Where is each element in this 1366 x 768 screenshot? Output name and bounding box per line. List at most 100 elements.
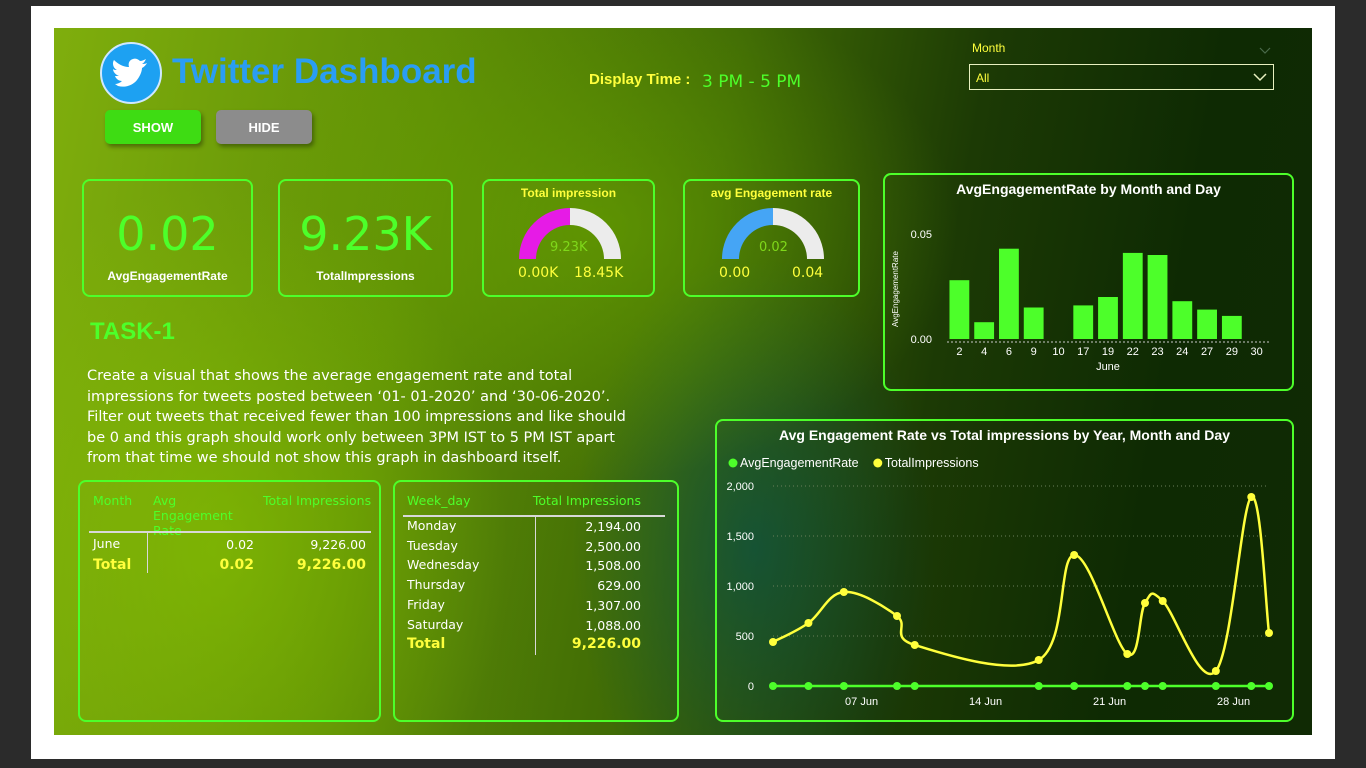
x-tick-label: 28 Jun (1217, 696, 1250, 708)
data-point-engagement (804, 681, 813, 690)
gauge-max: 0.04 (792, 265, 824, 281)
kpi-card-impressions: 9.23K TotalImpressions (278, 179, 453, 297)
bar (1098, 297, 1118, 339)
x-axis-label: June (1096, 361, 1120, 373)
x-tick-label: 9 (1031, 346, 1037, 358)
cell-weekday: Monday (407, 518, 457, 533)
cell-impressions: 1,508.00 (585, 558, 641, 574)
data-point-impressions (1070, 551, 1079, 559)
bar (1122, 252, 1143, 339)
total-avg: 0.02 (219, 557, 254, 573)
bar (949, 280, 970, 339)
data-point-impressions (839, 588, 848, 596)
cell-impressions: 629.00 (597, 578, 641, 594)
header-divider (403, 515, 665, 517)
data-point-engagement (839, 681, 848, 690)
bar (1221, 315, 1242, 339)
data-point-impressions (893, 612, 901, 620)
kpi-card-engagement: 0.02 AvgEngagementRate (82, 179, 253, 297)
total-label: Total (93, 557, 132, 573)
x-tick-label: 19 (1102, 346, 1114, 358)
data-point-impressions (1247, 493, 1256, 501)
col-header-total-impressions: Total Impressions (532, 493, 641, 508)
kpi-value: 9.23K (299, 207, 432, 261)
kpi-label: AvgEngagementRate (107, 269, 228, 283)
legend-label: TotalImpressions (885, 456, 979, 470)
data-point-engagement (893, 681, 901, 690)
data-point-engagement (1247, 681, 1256, 690)
data-point-engagement (769, 681, 777, 690)
month-filter-value: All (976, 71, 990, 85)
data-point-impressions (910, 641, 919, 649)
bar (1073, 305, 1094, 339)
chevron-down-icon[interactable] (1259, 40, 1271, 59)
x-tick-label: 27 (1201, 346, 1213, 358)
show-button[interactable]: SHOW (105, 110, 201, 144)
cell-impressions: 9,226.00 (310, 537, 366, 552)
month-filter-dropdown[interactable]: All (969, 64, 1274, 90)
gauge-min: 0.00 (719, 265, 751, 281)
cell-weekday: Wednesday (407, 557, 480, 573)
series-line-impressions (772, 495, 1271, 676)
y-tick-label: 0.05 (911, 229, 932, 241)
line-chart-card: Avg Engagement Rate vs Total impressions… (715, 419, 1294, 722)
y-tick-label: 0.00 (911, 334, 932, 346)
y-tick-label: 1,000 (726, 581, 754, 593)
data-point-impressions (804, 619, 813, 627)
gauge-engagement (722, 208, 824, 259)
engagement-vs-impressions-line-chart: AvgEngagementRate TotalImpressions 0 500 1,0… (726, 456, 1273, 708)
twitter-logo-icon (100, 42, 162, 104)
x-tick-label: 30 (1250, 346, 1262, 358)
x-tick-label: 24 (1176, 346, 1188, 358)
x-tick-label: 23 (1151, 346, 1163, 358)
header-divider (89, 531, 371, 533)
display-time-value: 3 PM - 5 PM (702, 72, 802, 92)
y-tick-label: 500 (736, 631, 754, 643)
y-axis-label: AvgEngagementRate (891, 250, 900, 326)
data-point-impressions (1265, 629, 1273, 637)
total-impressions: 9,226.00 (571, 636, 641, 652)
cell-avg: 0.02 (226, 537, 254, 552)
data-point-impressions (1123, 650, 1132, 658)
gauge-card-impressions: Total impression 0.00K 18.45K 9.23K (482, 179, 655, 297)
dashboard-title: Twitter Dashboard (172, 52, 477, 91)
data-point-engagement (1265, 682, 1273, 690)
col-header-month: Month (93, 493, 133, 508)
cell-impressions: 2,500.00 (585, 538, 641, 554)
legend-label: AvgEngagementRate (740, 456, 859, 470)
bar (999, 248, 1019, 339)
kpi-value: 0.02 (116, 207, 219, 261)
data-point-impressions (1158, 597, 1167, 605)
gauge-card-engagement: avg Engagement rate 0.00 0.04 0.02 (683, 179, 860, 297)
task-description: Create a visual that shows the average e… (87, 368, 626, 466)
column-divider (535, 517, 536, 655)
hide-button[interactable]: HIDE (216, 110, 312, 144)
engagement-bar-chart: AvgEngagementRate0.050.002 4 6 9 10 17 19 22 23 2… (891, 229, 1269, 373)
data-point-engagement (1211, 681, 1220, 690)
y-tick-label: 0 (748, 681, 754, 693)
x-tick-label: 10 (1052, 346, 1064, 358)
bar (1023, 307, 1044, 339)
x-tick-label: 6 (1006, 346, 1012, 358)
data-point-engagement (1034, 681, 1043, 690)
x-tick-label: 4 (981, 346, 987, 358)
gauge-impressions (519, 208, 621, 259)
column-divider (147, 533, 148, 573)
cell-weekday: Saturday (407, 616, 464, 632)
data-point-impressions (769, 638, 777, 646)
data-point-engagement (1158, 681, 1167, 690)
cell-impressions: 1,307.00 (585, 597, 641, 613)
data-point-engagement (1070, 681, 1079, 690)
task-heading: TASK-1 (90, 318, 175, 345)
cell-month: June (93, 536, 121, 551)
x-tick-label: 2 (956, 346, 962, 358)
x-tick-label: 07 Jun (845, 696, 878, 708)
y-tick-label: 1,500 (726, 531, 754, 543)
col-header-total-impressions: Total Impressions (263, 493, 372, 508)
gauge-value: 9.23K (550, 240, 588, 255)
dashboard-canvas: Twitter Dashboard SHOW HIDE Display Time… (54, 28, 1312, 735)
data-point-engagement (1123, 681, 1132, 690)
weekday-table: Week_day Total Impressions Monday 2,194.0… (393, 480, 679, 722)
cell-impressions: 2,194.00 (585, 519, 641, 534)
display-time-label: Display Time : (589, 71, 691, 88)
